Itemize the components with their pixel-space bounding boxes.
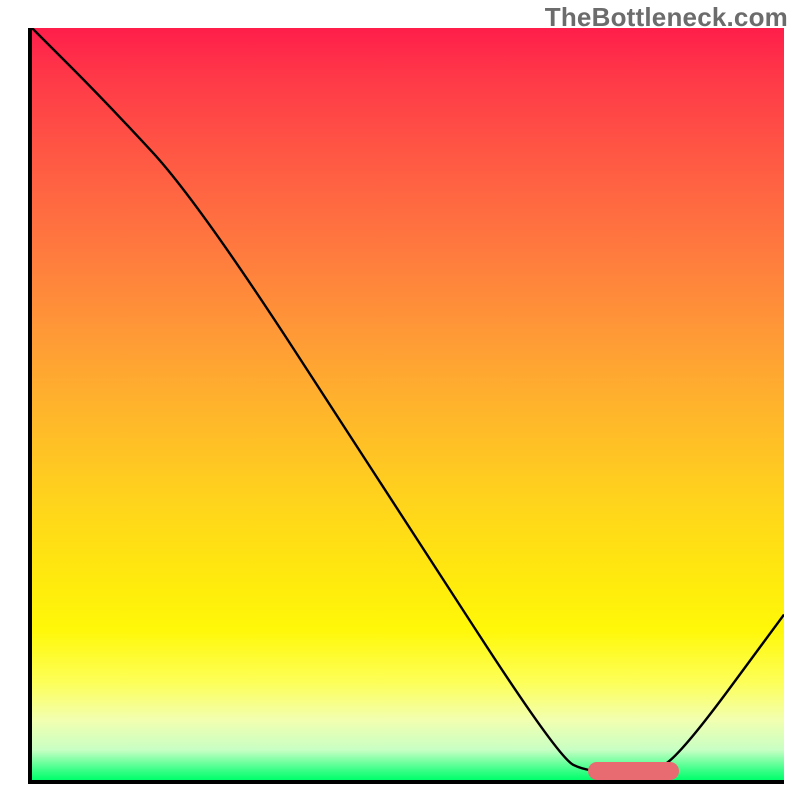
chart-container: TheBottleneck.com [0, 0, 800, 800]
plot-area [28, 28, 784, 784]
x-axis-line [28, 780, 784, 784]
curve-layer [32, 28, 784, 780]
bottleneck-curve-path [32, 28, 784, 772]
optimal-range-marker [588, 762, 678, 780]
